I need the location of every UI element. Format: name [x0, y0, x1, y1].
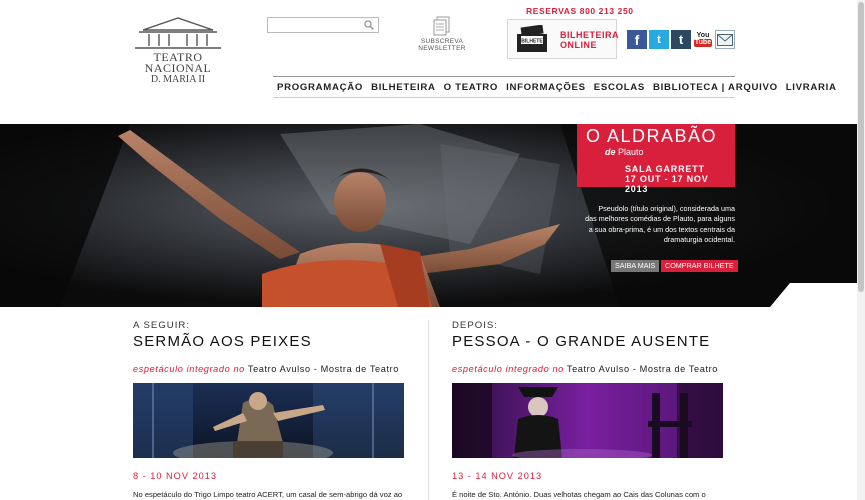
- nav-item-bilheteira[interactable]: BILHETEIRA: [367, 82, 440, 93]
- after-integrated-name[interactable]: Teatro Avulso - Mostra de Teatro: [567, 364, 718, 374]
- youtube-glyph-bottom: Tube: [693, 39, 713, 47]
- hero-banner[interactable]: O ALDRABÃO de Plauto SALA GARRETT 17 OUT…: [0, 124, 857, 307]
- nav-item-biblioteca-arquivo[interactable]: BIBLIOTECA | ARQUIVO: [649, 82, 782, 93]
- next-show-title[interactable]: SERMÃO AOS PEIXES: [133, 333, 413, 350]
- after-integrated-prefix: espetáculo integrado no: [452, 364, 564, 374]
- show-author: Plauto: [618, 147, 644, 157]
- next-kicker: A SEGUIR:: [133, 320, 190, 331]
- after-show: DEPOIS: PESSOA - O GRANDE AUSENTE espetá…: [452, 320, 732, 499]
- youtube-icon[interactable]: You Tube: [693, 30, 713, 49]
- facebook-glyph: f: [634, 31, 640, 48]
- next-show-photo[interactable]: [133, 383, 404, 465]
- logo-line2: NACIONAL: [144, 61, 212, 75]
- nav-item-o-teatro[interactable]: O TEATRO: [440, 82, 502, 93]
- ticket-icon: BILHETE: [517, 25, 547, 52]
- nav-item-livraria[interactable]: LIVRARIA: [782, 82, 841, 93]
- next-integrated-name[interactable]: Teatro Avulso - Mostra de Teatro: [248, 364, 399, 374]
- main-navigation: PROGRAMAÇÃO BILHETEIRA O TEATRO INFORMAÇ…: [273, 76, 836, 98]
- column-divider: [428, 320, 429, 500]
- scrollbar-thumb[interactable]: [858, 2, 864, 292]
- after-integrated-line: espetáculo integrado no Teatro Avulso - …: [452, 364, 732, 374]
- reservations-phone: RESERVAS 800 213 250: [526, 6, 634, 16]
- search-box: [267, 17, 379, 36]
- envelope-icon: [717, 33, 733, 46]
- theatre-facade-icon: [135, 17, 221, 49]
- next-integrated-line: espetáculo integrado no Teatro Avulso - …: [133, 364, 413, 374]
- show-description: Pseudolo (título original), considerada …: [585, 204, 735, 244]
- vertical-scrollbar[interactable]: [857, 0, 865, 500]
- tumblr-icon[interactable]: t: [671, 30, 691, 49]
- newsletter-icon: [433, 16, 450, 36]
- next-show-dates: 8 - 10 NOV 2013: [133, 471, 217, 481]
- after-show-dates: 13 - 14 NOV 2013: [452, 471, 543, 481]
- email-icon[interactable]: [715, 30, 735, 49]
- after-show-title[interactable]: PESSOA - O GRANDE AUSENTE: [452, 333, 732, 350]
- show-title-box[interactable]: O ALDRABÃO de Plauto SALA GARRETT 17 OUT…: [577, 124, 735, 194]
- page: TEATRO NACIONAL D. MARIA II SUBSCREVA NE…: [0, 0, 857, 500]
- ticket-office-label-line2: ONLINE: [560, 40, 598, 50]
- nav-item-escolas[interactable]: ESCOLAS: [590, 82, 649, 93]
- buy-ticket-button[interactable]: COMPRAR BILHETE: [661, 260, 738, 272]
- show-hall: SALA GARRETT: [625, 164, 705, 174]
- youtube-glyph-top: You: [696, 32, 710, 39]
- newsletter-line1: SUBSCREVA: [420, 38, 464, 45]
- theatre-logo[interactable]: TEATRO NACIONAL D. MARIA II: [133, 16, 223, 88]
- after-kicker: DEPOIS:: [452, 320, 498, 331]
- ticket-office-label-line1: BILHETEIRA: [560, 30, 619, 40]
- nav-item-programacao[interactable]: PROGRAMAÇÃO: [273, 82, 367, 93]
- next-integrated-prefix: espetáculo integrado no: [133, 364, 245, 374]
- online-ticket-office-button[interactable]: BILHETE BILHETEIRA ONLINE: [507, 19, 619, 59]
- logo-line3: D. MARIA II: [150, 74, 206, 85]
- twitter-glyph: t: [657, 33, 661, 46]
- next-show: A SEGUIR: SERMÃO AOS PEIXES espetáculo i…: [133, 320, 413, 499]
- social-links: f t t You Tube: [627, 30, 735, 49]
- next-show-description: No espetáculo do Trigo Limpo teatro ACER…: [133, 490, 403, 499]
- newsletter-link[interactable]: SUBSCREVA NEWSLETTER: [416, 16, 468, 52]
- twitter-icon[interactable]: t: [649, 30, 669, 49]
- search-icon[interactable]: [364, 20, 374, 30]
- read-more-button[interactable]: SAIBA MAIS: [611, 260, 660, 272]
- tumblr-glyph: t: [678, 32, 684, 47]
- nav-item-informacoes[interactable]: INFORMAÇÕES: [502, 82, 590, 93]
- newsletter-line2: NEWSLETTER: [418, 45, 466, 52]
- logo-text: TEATRO NACIONAL D. MARIA II: [133, 51, 223, 85]
- show-title: O ALDRABÃO: [585, 126, 717, 146]
- show-author-line: de Plauto: [605, 147, 644, 157]
- show-author-prefix: de: [605, 147, 616, 157]
- after-show-description: É noite de Sto. António. Duas velhotas c…: [452, 490, 706, 499]
- ticket-icon-text: BILHETE: [521, 39, 543, 45]
- facebook-icon[interactable]: f: [627, 30, 647, 49]
- show-dates: 17 OUT - 17 NOV 2013: [625, 174, 709, 194]
- search-input[interactable]: [268, 21, 362, 36]
- after-show-photo[interactable]: [452, 383, 723, 461]
